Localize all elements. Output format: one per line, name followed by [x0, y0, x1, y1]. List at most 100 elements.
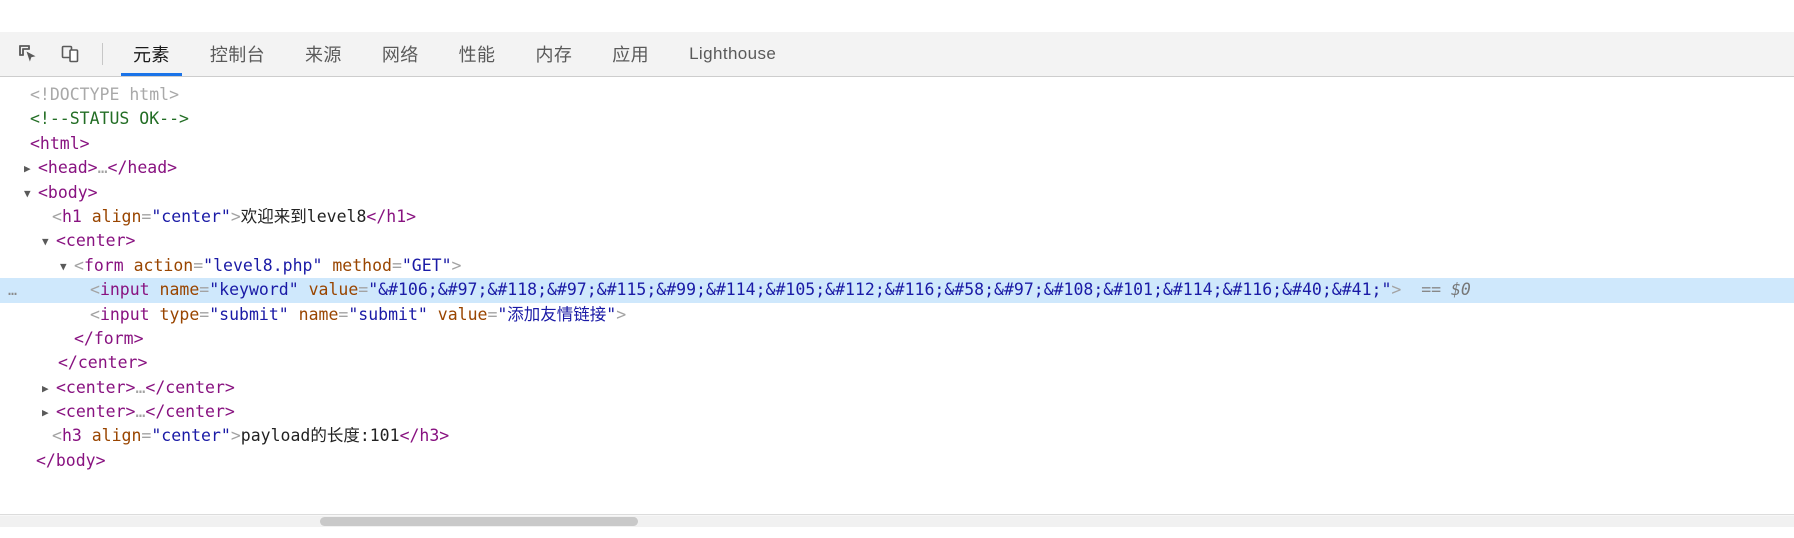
input-submit-value-attr: value: [437, 304, 488, 324]
selected-node-marker: $0: [1451, 280, 1471, 300]
input-submit-tag-name: input: [99, 304, 150, 324]
comment-text: <!--STATUS OK-->: [30, 109, 189, 129]
node-ellipsis-badge[interactable]: …: [2, 278, 24, 302]
form-tag-name: form: [83, 255, 124, 275]
horizontal-scrollbar-thumb[interactable]: [320, 517, 638, 526]
h3-lt: <: [52, 426, 62, 446]
h1-attr-name: align: [91, 206, 142, 226]
dom-node-form-open[interactable]: <form action="level8.php" method="GET">: [0, 254, 1794, 278]
input-submit-value-value: "添加友情链接": [497, 304, 617, 324]
devtools-tab-strip: 元素 控制台 来源 网络 性能 内存 应用 Lighthouse: [113, 32, 796, 76]
tab-console[interactable]: 控制台: [190, 32, 285, 76]
chevron-down-icon[interactable]: [42, 230, 54, 254]
tab-memory[interactable]: 内存: [515, 32, 592, 76]
chevron-right-icon[interactable]: [42, 377, 54, 401]
h1-close-tag: </h1>: [366, 206, 417, 226]
input-keyword-tag-name: input: [99, 280, 150, 300]
h3-text: payload的长度:101: [240, 426, 400, 446]
tab-sources[interactable]: 来源: [285, 32, 362, 76]
window-top-spacer: [0, 0, 1794, 32]
tab-performance[interactable]: 性能: [439, 32, 516, 76]
input-submit-name-attr: name: [298, 304, 339, 324]
tab-network-label: 网络: [381, 45, 419, 65]
h3-gt: >: [230, 426, 241, 446]
tab-lighthouse-label: Lighthouse: [689, 44, 777, 63]
h1-tag-name: h1: [61, 206, 82, 226]
input-keyword-name-attr: name: [159, 280, 200, 300]
input-keyword-name-value: "keyword": [209, 280, 299, 300]
form-close-tag: </form>: [74, 328, 144, 348]
toolbar-divider: [102, 43, 103, 65]
chevron-right-icon[interactable]: [24, 157, 36, 181]
chevron-down-icon[interactable]: [24, 182, 36, 206]
dom-node-comment[interactable]: <!--STATUS OK-->: [0, 107, 1794, 131]
toolbar-icon-group: [0, 32, 113, 76]
tab-application[interactable]: 应用: [592, 32, 669, 76]
dom-node-center-open[interactable]: <center>: [0, 229, 1794, 253]
input-submit-type-attr: type: [159, 304, 200, 324]
dom-tree-pane[interactable]: <!DOCTYPE html> <!--STATUS OK--> <html> …: [0, 77, 1794, 527]
tab-elements[interactable]: 元素: [113, 32, 190, 76]
tab-lighthouse[interactable]: Lighthouse: [669, 32, 796, 76]
doctype-text: <!DOCTYPE html>: [30, 85, 180, 104]
center-collapsed-2-open: <center>: [56, 402, 136, 422]
h3-tag-name: h3: [61, 426, 82, 446]
dom-node-center-close[interactable]: </center>: [0, 351, 1794, 375]
device-toolbar-icon[interactable]: [52, 37, 88, 71]
dom-node-input-keyword[interactable]: … <input name="keyword" value="&#106;&#97…: [0, 278, 1794, 303]
dom-node-center-collapsed-1[interactable]: <center>…</center>: [0, 376, 1794, 400]
center-collapsed-2-ellipsis: …: [135, 402, 146, 422]
input-keyword-lt: <: [90, 280, 100, 300]
center-collapsed-1-open: <center>: [56, 377, 136, 397]
body-open-tag: <body>: [38, 182, 98, 202]
input-submit-name-value: "submit": [348, 304, 428, 324]
h3-attr-value: "center": [151, 426, 231, 446]
dom-node-html-open[interactable]: <html>: [0, 132, 1794, 156]
form-lt: <: [74, 255, 84, 275]
dom-node-body-close[interactable]: </body>: [0, 449, 1794, 473]
h3-attr-name: align: [91, 426, 142, 446]
h3-close-tag: </h3>: [399, 426, 450, 446]
h3-attr-eq: =: [141, 426, 152, 446]
input-keyword-gt: >: [1391, 280, 1402, 300]
center-collapsed-2-close: </center>: [145, 402, 235, 422]
head-close-tag: </head>: [107, 158, 178, 178]
tab-performance-label: 性能: [458, 45, 496, 65]
tab-elements-label: 元素: [133, 45, 170, 65]
input-keyword-value-value: "&#106;&#97;&#118;&#97;&#115;&#99;&#114;…: [368, 280, 1392, 300]
input-keyword-value-attr: value: [308, 280, 359, 300]
dom-node-h3[interactable]: <h3 align="center">payload的长度:101</h3>: [0, 424, 1794, 448]
head-open-tag: <head>: [38, 158, 98, 178]
form-action-name: action: [133, 255, 194, 275]
dom-node-head[interactable]: <head>…</head>: [0, 156, 1794, 180]
inspect-element-icon[interactable]: [10, 37, 46, 71]
input-submit-lt: <: [90, 304, 100, 324]
form-gt: >: [451, 255, 462, 275]
h1-gt: >: [230, 206, 241, 226]
h1-attr-value: "center": [151, 206, 231, 226]
dom-node-h1[interactable]: <h1 align="center">欢迎来到level8</h1>: [0, 205, 1794, 229]
selected-node-eq: ==: [1421, 280, 1442, 300]
tab-application-label: 应用: [612, 45, 650, 65]
chevron-right-icon[interactable]: [42, 401, 54, 425]
dom-node-body-open[interactable]: <body>: [0, 181, 1794, 205]
center-close-tag: </center>: [58, 353, 148, 373]
dom-node-input-submit[interactable]: <input type="submit" name="submit" value…: [0, 303, 1794, 327]
center-open-tag: <center>: [56, 231, 136, 251]
tab-console-label: 控制台: [209, 45, 266, 65]
form-action-value: "level8.php": [203, 255, 323, 275]
html-open-tag: <html>: [30, 133, 90, 153]
center-collapsed-1-ellipsis: …: [135, 377, 146, 397]
chevron-down-icon[interactable]: [60, 255, 72, 279]
tab-network[interactable]: 网络: [362, 32, 439, 76]
input-submit-type-value: "submit": [209, 304, 289, 324]
dom-node-center-collapsed-2[interactable]: <center>…</center>: [0, 400, 1794, 424]
form-method-name: method: [332, 255, 392, 275]
dom-node-form-close[interactable]: </form>: [0, 327, 1794, 351]
tab-sources-label: 来源: [305, 45, 342, 65]
h1-text: 欢迎来到level8: [240, 206, 367, 226]
horizontal-scrollbar-track[interactable]: [0, 516, 1794, 527]
dom-node-doctype[interactable]: <!DOCTYPE html>: [0, 83, 1794, 107]
input-submit-gt: >: [616, 304, 627, 324]
devtools-toolbar: 元素 控制台 来源 网络 性能 内存 应用 Lighthouse: [0, 32, 1794, 77]
